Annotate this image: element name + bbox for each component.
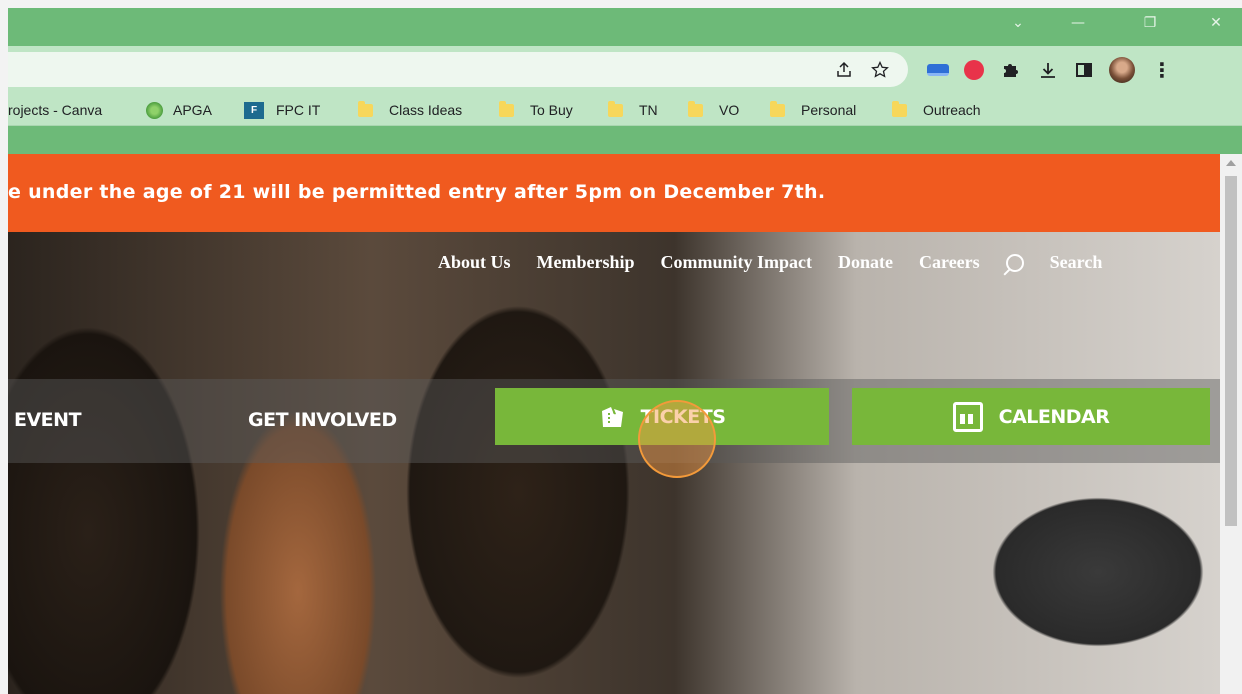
bookmark-apga[interactable]: APGA <box>146 99 212 121</box>
address-bar[interactable] <box>8 52 908 87</box>
bookmark-label: rojects - Canva <box>8 102 103 118</box>
menu-icon[interactable]: ⋮ <box>1148 56 1176 84</box>
bookmark-label: Personal <box>801 102 857 118</box>
folder-icon <box>608 100 623 117</box>
bookmark-tn[interactable]: TN <box>608 99 658 121</box>
nav-about-us[interactable]: About Us <box>438 252 511 273</box>
bookmark-label: Class Ideas <box>389 102 463 118</box>
apga-icon <box>146 101 163 119</box>
bookmark-fpc-it[interactable]: F FPC IT <box>244 99 320 121</box>
scroll-thumb[interactable] <box>1225 176 1237 526</box>
bookmark-vo[interactable]: VO <box>688 99 739 121</box>
scroll-up-icon[interactable] <box>1226 160 1236 166</box>
calendar-icon <box>952 401 983 432</box>
side-panel-icon[interactable] <box>1070 56 1098 84</box>
main-navigation: EVENT GET INVOLVED TICKETS CALENDAR <box>8 379 1220 463</box>
top-navigation: About Us Membership Community Impact Don… <box>438 252 1128 273</box>
search-icon <box>1005 253 1024 272</box>
restore-button[interactable]: ❐ <box>1130 12 1170 34</box>
ticket-icon <box>599 405 627 429</box>
browser-window: ⌄ — ❐ ✕ ⋮ rojects - Canva APGA F FPC IT … <box>8 8 1242 694</box>
profile-avatar[interactable] <box>1108 56 1136 84</box>
browser-toolbar: ⋮ <box>8 46 1242 92</box>
folder-icon <box>688 100 703 117</box>
fpc-icon: F <box>244 101 264 119</box>
calendar-button[interactable]: CALENDAR <box>852 388 1210 445</box>
nav-get-involved[interactable]: GET INVOLVED <box>248 409 397 431</box>
click-indicator <box>638 400 716 478</box>
bookmark-outreach[interactable]: Outreach <box>892 99 981 121</box>
nav-donate[interactable]: Donate <box>838 252 893 273</box>
folder-icon <box>499 100 514 117</box>
nav-membership[interactable]: Membership <box>537 252 635 273</box>
tab-search-icon[interactable]: ⌄ <box>998 12 1038 34</box>
search-link[interactable]: Search <box>1005 252 1129 273</box>
folder-icon <box>892 100 907 117</box>
minimize-button[interactable]: — <box>1058 12 1098 34</box>
extension-red-icon[interactable] <box>960 56 988 84</box>
title-bar: ⌄ — ❐ ✕ <box>8 8 1242 46</box>
bookmark-label: TN <box>639 102 658 118</box>
extension-blue-icon[interactable] <box>924 56 952 84</box>
download-icon[interactable] <box>1034 56 1062 84</box>
bookmark-label: VO <box>719 102 740 118</box>
hero-image: About Us Membership Community Impact Don… <box>8 232 1220 694</box>
bookmark-label: Outreach <box>923 102 981 118</box>
bookmark-label: To Buy <box>530 102 573 118</box>
close-button[interactable]: ✕ <box>1196 12 1236 34</box>
folder-icon <box>358 100 373 117</box>
bookmark-to-buy[interactable]: To Buy <box>499 99 573 121</box>
folder-icon <box>770 100 785 117</box>
bookmark-label: APGA <box>173 102 212 118</box>
puzzle-icon[interactable] <box>996 56 1024 84</box>
bookmarks-bar: rojects - Canva APGA F FPC IT Class Idea… <box>8 92 1242 126</box>
web-page: e under the age of 21 will be permitted … <box>8 154 1220 694</box>
bookmark-label: FPC IT <box>276 102 321 118</box>
nav-community-impact[interactable]: Community Impact <box>661 252 813 273</box>
calendar-label: CALENDAR <box>998 405 1110 428</box>
star-icon[interactable] <box>866 56 894 84</box>
nav-event[interactable]: EVENT <box>14 409 82 431</box>
alert-banner: e under the age of 21 will be permitted … <box>8 154 1220 232</box>
nav-careers[interactable]: Careers <box>919 252 980 273</box>
bookmark-personal[interactable]: Personal <box>770 99 856 121</box>
search-label: Search <box>1049 252 1103 272</box>
bookmark-canva[interactable]: rojects - Canva <box>8 99 102 121</box>
bookmark-class-ideas[interactable]: Class Ideas <box>358 99 462 121</box>
share-icon[interactable] <box>830 56 858 84</box>
page-scrollbar[interactable] <box>1220 154 1242 694</box>
